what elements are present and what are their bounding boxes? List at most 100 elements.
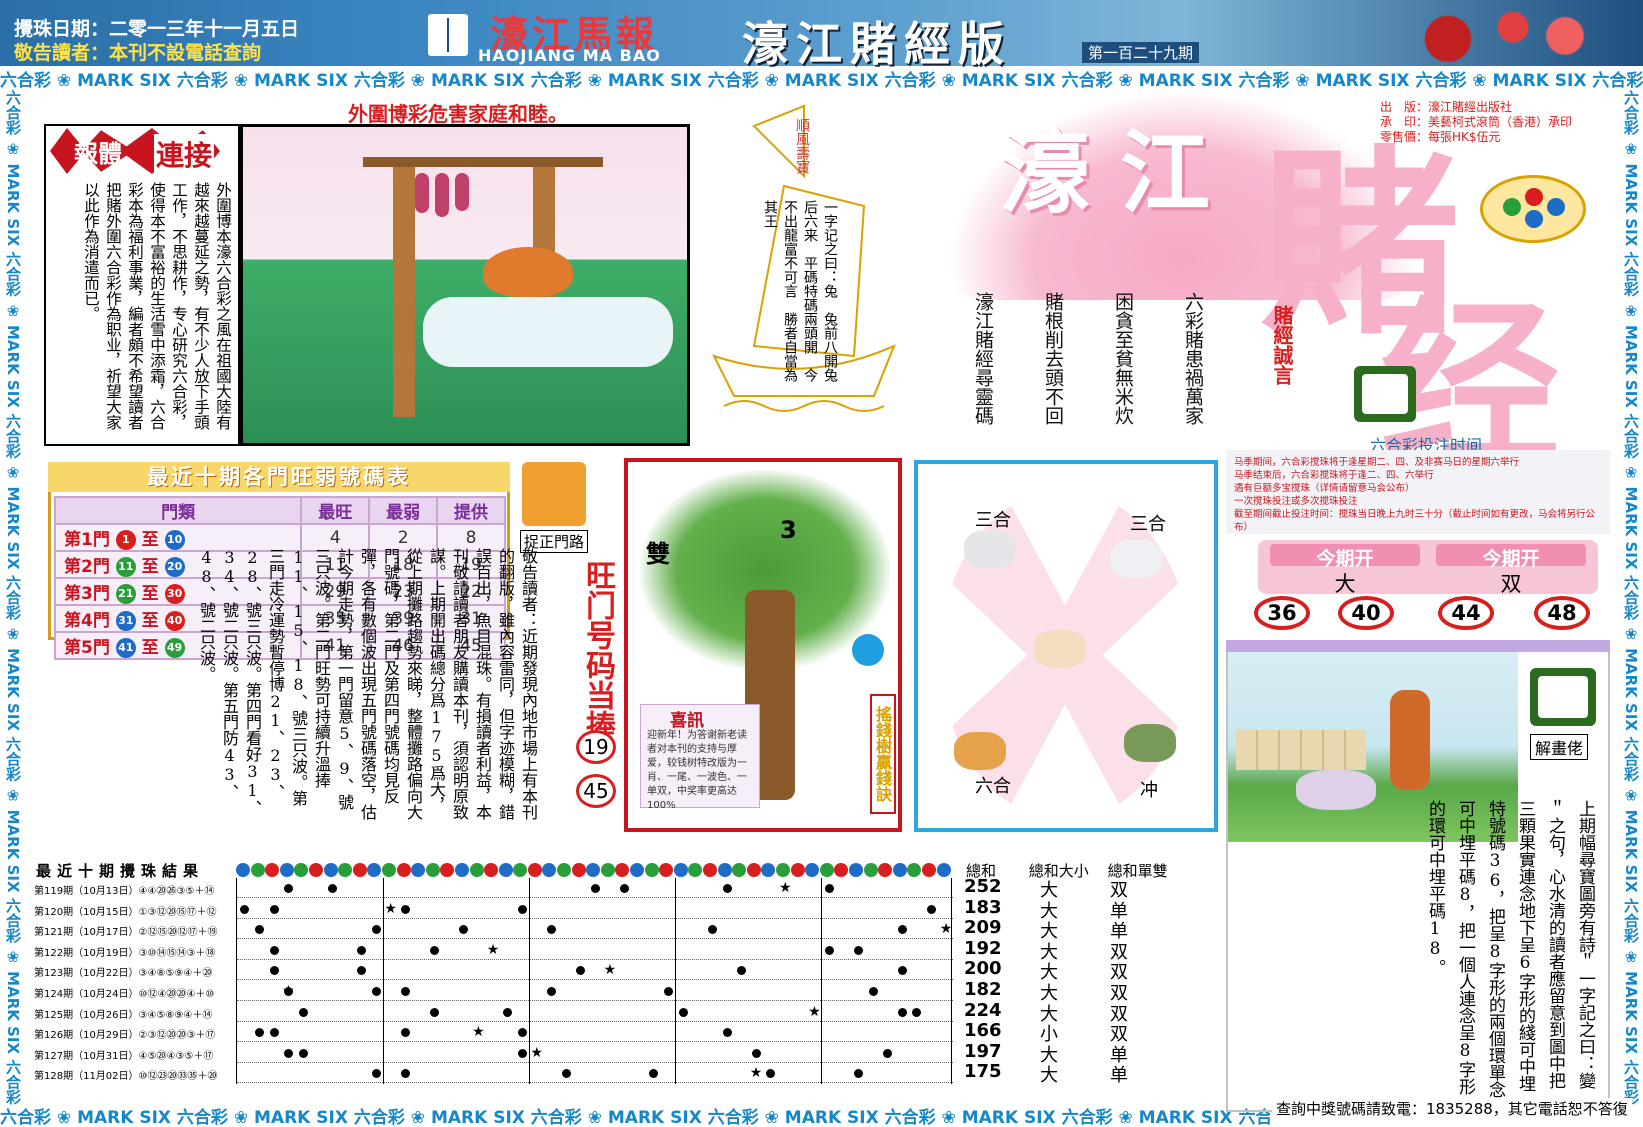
- sum-value: 197: [964, 1040, 1002, 1062]
- zodiac-label-tr: 三合: [1130, 514, 1166, 535]
- door-name: 第4門: [64, 611, 110, 631]
- result-dot: [430, 1007, 440, 1017]
- bet-note: 马季期间，六合彩搅珠将于逢星期二、四、及非赛马日的星期六举行: [1234, 457, 1520, 468]
- hot-cell: 4: [300, 523, 371, 552]
- result-dot: [357, 945, 367, 955]
- article-headline: 外圍博彩危害家庭和睦。: [348, 102, 568, 126]
- tree-sign: 搖錢樹贏錢訣: [870, 694, 896, 814]
- pick-number: 48: [1534, 596, 1590, 630]
- motto-line-4: 濠江賭經尋靈碼: [972, 292, 994, 425]
- number-ball: [790, 863, 805, 877]
- number-ball: [571, 863, 586, 877]
- result-dot: [722, 1028, 732, 1038]
- this-issue-oddeven: 双: [1500, 572, 1522, 596]
- table-row: [237, 1022, 953, 1043]
- table-row: [237, 981, 953, 1001]
- pick-number: 40: [1338, 596, 1394, 630]
- number-ball: [308, 863, 323, 877]
- number-ball: [367, 863, 382, 877]
- column-header: 提供: [436, 496, 506, 525]
- draw-label: 第119期（10月13日）④④⑳㉖③⑤＋⑭: [34, 886, 215, 897]
- number-ball: [630, 863, 645, 877]
- hot-number: 45: [576, 774, 616, 808]
- result-dot: [430, 945, 440, 955]
- door-name: 第5門: [64, 638, 110, 658]
- pick-number: 44: [1438, 596, 1494, 630]
- table-header-row: 門類 最旺 最弱 提供: [53, 496, 506, 525]
- number-ball: [892, 863, 907, 877]
- column-header: 最旺: [300, 496, 371, 525]
- draw-label: 第128期（11月02日）⑩⑫㉓⑳㉝㉟＋⑳: [34, 1071, 218, 1083]
- dragon-decoration: [1370, 4, 1630, 62]
- zodiac-label-bl: 六合: [975, 776, 1011, 797]
- table-row: [237, 1002, 953, 1022]
- masthead-english: HAOJIANG MA BAO: [478, 46, 661, 65]
- pig-figure: [1034, 630, 1086, 668]
- result-dot: [854, 945, 864, 955]
- number-ball: [615, 863, 630, 877]
- number-ball: [834, 863, 849, 877]
- explainer-label: 解畫佬: [1530, 734, 1589, 760]
- bet-note: 马季结束后，六合彩搅珠将于逢二、四、六举行: [1234, 470, 1434, 481]
- number-ball: [265, 863, 280, 877]
- this-issue-panel: 今期开 大 今期开 双: [1258, 540, 1598, 596]
- number-ball: [586, 863, 601, 877]
- hot-number: 19: [576, 730, 616, 764]
- bet-note: 一次搅珠投注或多次搅珠投注: [1234, 496, 1358, 507]
- draw-label: 第122期（10月19日）③⑩⑭⑮⑭③＋⑱: [34, 947, 216, 959]
- number-ball: [600, 863, 615, 877]
- bet-time-notes: 马季期间，六合彩搅珠将于逢星期二、四、及非赛马日的星期六举行 马季结束后，六合彩…: [1226, 450, 1610, 534]
- top-border-strip: 六合彩 ❀ MARK SIX 六合彩 ❀ MARK SIX 六合彩 ❀ MARK…: [0, 71, 1643, 90]
- number-ball: [921, 863, 936, 877]
- number-ball: [411, 863, 426, 877]
- zodiac-label-br: 冲: [1140, 780, 1158, 801]
- sail-flag-text: 順風壽寶: [794, 118, 810, 174]
- number-ball: [717, 863, 732, 877]
- hot-cold-title: 最近十期各門旺弱號碼表: [48, 462, 510, 492]
- sum-columns: 252 大双 183 大单 209 大单 192 大双 200 大双 182 大双 224 大双 166 小双…: [964, 876, 1184, 1088]
- badge-right: 連接: [154, 134, 215, 174]
- result-dot: [517, 904, 527, 914]
- illustration-bird: [240, 124, 690, 446]
- number-ball: [688, 863, 703, 877]
- issue-number: 第一百二十九期: [1082, 42, 1200, 63]
- door-name: 第1門: [64, 530, 110, 550]
- number-ball: [659, 863, 674, 877]
- number-ball: [484, 863, 499, 877]
- number-ball: [338, 863, 353, 877]
- column-header: 門類: [53, 496, 303, 525]
- left-border-strip: 六合彩 ❀ MARK SIX 六合彩 ❀ MARK SIX 六合彩 ❀ MARK…: [4, 90, 22, 1110]
- bet-note: 截至期间截止投注时间：搅珠当日晚上九时三十分（截止时间如有更改，马会将另行公布）: [1234, 509, 1596, 533]
- number-ball: [454, 863, 469, 877]
- number-ball: [250, 863, 265, 877]
- hand-pointing-icon: [1354, 366, 1416, 422]
- man-figure: [1390, 690, 1430, 790]
- number-ball: [527, 863, 542, 877]
- result-dot: [883, 1048, 893, 1058]
- number-ball: [848, 863, 863, 877]
- explanation-bar: [1226, 640, 1610, 652]
- lottery-balls-icon: [1480, 175, 1586, 243]
- this-issue-heading: 今期开: [1270, 544, 1420, 570]
- hot-number-title: 旺门号码当捧: [580, 560, 615, 740]
- tree-tag-right: 3: [780, 516, 797, 544]
- number-ball: [469, 863, 484, 877]
- result-dot: [678, 1007, 688, 1017]
- special-number-star: ★: [486, 941, 500, 958]
- goat-figure: [964, 530, 1016, 568]
- table-row: [237, 1063, 953, 1084]
- page: { "header": { "draw_date": "攪珠日期：二零一三年十一…: [0, 0, 1643, 1127]
- motto-line-2: 困貪至貧無米炊: [1112, 292, 1134, 425]
- phone-notice: 敬告讀者：本刊不設電話查詢: [14, 42, 262, 64]
- eggplant: [435, 173, 449, 217]
- special-number-star: ★: [603, 962, 617, 979]
- number-ball: [396, 863, 411, 877]
- hand-pointing-icon: [1530, 668, 1596, 726]
- bet-note: 遇有巨额多宝搅珠（详情请留意马会公布）: [1234, 483, 1415, 494]
- sum-value: 192: [964, 937, 1002, 959]
- door-hand-icon: [522, 462, 586, 526]
- pheasant: [483, 247, 573, 297]
- publisher-info: 出 版：濠江賭經出版社 承 印：美藝柯式滾筒（香港）承印 零售價：每張HK$伍元: [1380, 100, 1572, 145]
- table-row: [237, 1043, 953, 1063]
- post-left: [393, 157, 415, 417]
